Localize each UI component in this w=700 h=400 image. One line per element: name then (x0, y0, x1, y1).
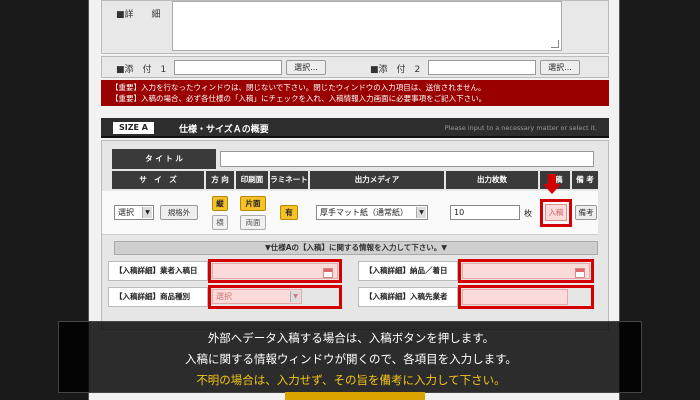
resize-handle-icon[interactable] (551, 40, 559, 48)
important-notice: 【重要】入力を行なったウィンドウは、閉じないで下さい。閉じたウィンドウの入力項目… (101, 80, 609, 106)
header-direction: 方 向 (206, 171, 234, 189)
qty-input[interactable]: 10 (450, 205, 520, 220)
media-select-value: 厚手マット紙（通常紙） (320, 208, 408, 217)
notes-button[interactable]: 備考 (575, 205, 597, 220)
vendor-date-input[interactable] (212, 263, 338, 279)
detail-section: ■詳 細 (101, 0, 609, 54)
notice-line-2: 【重要】入稿の場合、必ず各仕様の「入稿」にチェックを入れ、入稿情報入力画面に必要… (111, 94, 487, 103)
vendor-name-input[interactable] (462, 289, 568, 305)
caption-line-3: 不明の場合は、入力せず、その旨を備考に入力して下さい。 (196, 373, 506, 387)
product-type-select-value: 選択 (216, 292, 232, 301)
qty-unit: 枚 (524, 209, 532, 218)
size-a-title: 仕様・サイズＡの概要 (179, 125, 269, 135)
header-row: サ イ ズ 方 向 印刷面 ラミネート 出力メディア 出力枚数 入稿 備 考 (102, 171, 598, 189)
attach1-browse-button[interactable]: 選択... (286, 60, 326, 75)
attach2-input[interactable] (428, 60, 536, 75)
direction-horizontal-button[interactable]: 横 (212, 215, 228, 230)
submit-info-bar: ▼仕様Aの【入稿】に関する情報を入力して下さい。▼ (114, 241, 598, 255)
arrow-down-icon (543, 174, 561, 194)
chevron-down-icon: ▼ (142, 207, 152, 218)
single-side-button[interactable]: 片面 (240, 196, 266, 211)
laminate-yes-button[interactable]: 有 (280, 205, 298, 220)
caption-line-2: 入稿に関する情報ウィンドウが開くので、各項目を入力します。 (185, 352, 517, 366)
spec-row: 選択 ▼ 規格外 縦 横 片面 両面 有 厚手マット紙（通常紙） ▼ 10 枚 … (102, 191, 598, 235)
caption-line-1: 外部へデータ入稿する場合は、入稿ボタンを押します。 (207, 331, 495, 345)
submit-button[interactable]: 入稿 (545, 204, 567, 221)
calendar-icon[interactable] (575, 268, 585, 278)
delivery-date-input[interactable] (462, 263, 590, 279)
attachment-row: ■添 付 1 選択... ■添 付 2 選択... (101, 56, 609, 78)
chevron-down-icon: ▼ (416, 207, 426, 218)
detail-textarea[interactable] (172, 1, 562, 51)
title-label: タ イ ト ル (112, 149, 216, 169)
spec-table: タ イ ト ル サ イ ズ 方 向 印刷面 ラミネート 出力メディア 出力枚数 … (101, 140, 609, 330)
bottom-button-edge (285, 392, 425, 400)
direction-vertical-button[interactable]: 縦 (212, 196, 228, 211)
instruction-caption: 外部へデータ入稿する場合は、入稿ボタンを押します。 入稿に関する情報ウィンドウが… (58, 321, 642, 393)
media-select[interactable]: 厚手マット紙（通常紙） ▼ (316, 205, 428, 220)
calendar-icon[interactable] (323, 268, 333, 278)
attach2-label: ■添 付 2 (370, 65, 421, 75)
header-qty: 出力枚数 (446, 171, 538, 189)
attach1-label: ■添 付 1 (116, 65, 167, 75)
double-side-button[interactable]: 両面 (240, 215, 266, 230)
product-type-label: 【入稿詳細】商品種別 (108, 287, 208, 307)
header-media: 出力メディア (310, 171, 444, 189)
chevron-down-icon: ▼ (290, 291, 300, 302)
detail-label: ■詳 細 (116, 10, 161, 20)
title-input[interactable] (220, 151, 594, 167)
vendor-date-label: 【入稿詳細】業者入稿日 (108, 261, 208, 281)
size-select[interactable]: 選択 ▼ (114, 205, 154, 220)
delivery-date-label: 【入稿詳細】納品／着日 (358, 261, 458, 281)
product-type-select[interactable]: 選択 ▼ (212, 289, 302, 304)
size-a-tag: SIZE A (113, 122, 154, 134)
size-a-hint: Please input to a necessary matter or se… (444, 124, 597, 132)
header-laminate: ラミネート (270, 171, 308, 189)
custom-size-button[interactable]: 規格外 (160, 205, 198, 220)
header-notes: 備 考 (572, 171, 598, 189)
size-a-header: SIZE A 仕様・サイズＡの概要 Please input to a nece… (101, 118, 609, 138)
notice-line-1: 【重要】入力を行なったウィンドウは、閉じないで下さい。閉じたウィンドウの入力項目… (111, 83, 486, 92)
header-print-side: 印刷面 (236, 171, 268, 189)
attach2-browse-button[interactable]: 選択... (540, 60, 580, 75)
title-row: タ イ ト ル (102, 149, 598, 169)
vendor-name-label: 【入稿詳細】入稿先業者 (358, 287, 458, 307)
size-select-value: 選択 (118, 208, 134, 217)
attach1-input[interactable] (174, 60, 282, 75)
header-size: サ イ ズ (112, 171, 204, 189)
